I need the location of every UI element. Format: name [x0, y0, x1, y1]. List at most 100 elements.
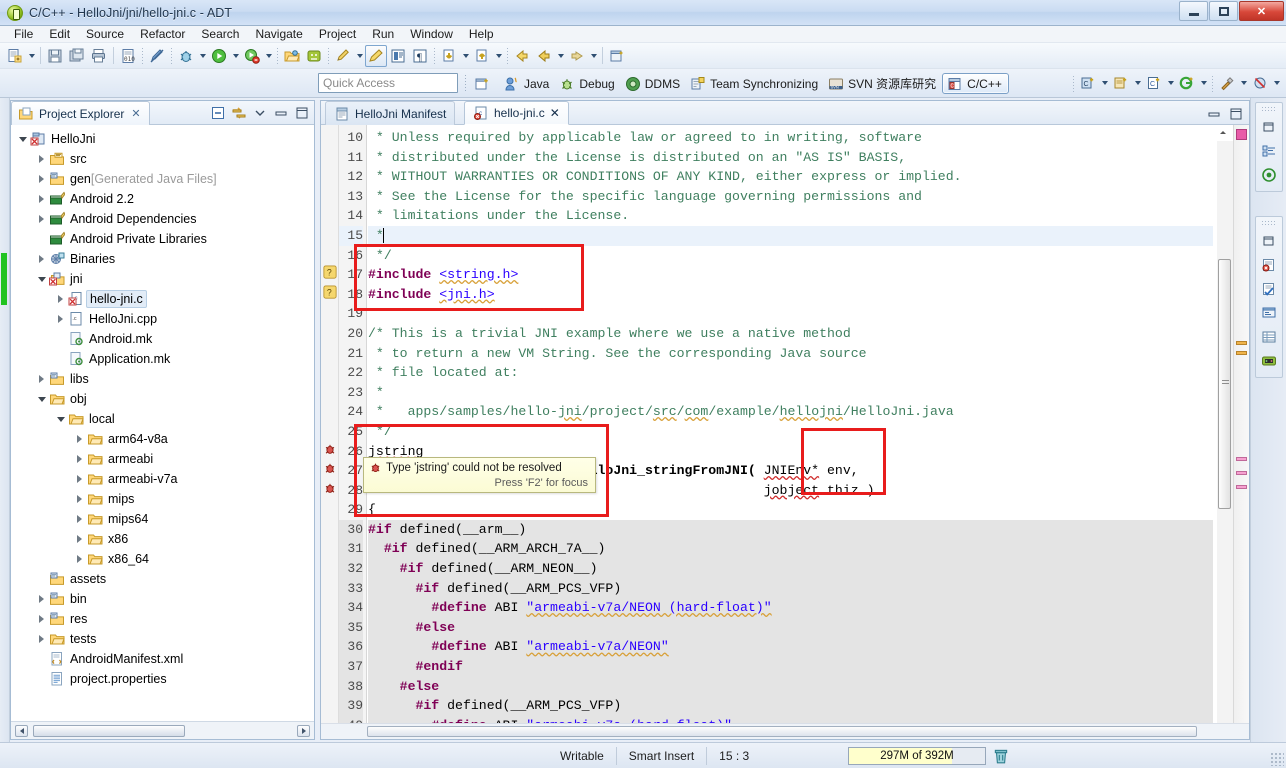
- link-editor-icon[interactable]: [229, 103, 248, 122]
- explorer-hscrollbar[interactable]: [11, 721, 314, 739]
- build-binary-icon[interactable]: 010: [117, 45, 139, 67]
- menu-refactor[interactable]: Refactor: [132, 26, 193, 42]
- source-code[interactable]: * Unless required by applicable law or a…: [368, 125, 1213, 723]
- code-line[interactable]: * to return a new VM String. See the cor…: [368, 344, 1213, 364]
- project-explorer-tab[interactable]: Project Explorer ✕: [11, 101, 150, 125]
- menu-run[interactable]: Run: [364, 26, 402, 42]
- tree-item-x86[interactable]: x86: [11, 529, 314, 549]
- left-fast-view-bar[interactable]: [0, 98, 10, 768]
- code-line[interactable]: */: [368, 422, 1213, 442]
- new-c-file-icon[interactable]: C: [1143, 72, 1165, 94]
- tasks-icon[interactable]: [1258, 278, 1280, 300]
- external-tools-icon[interactable]: [241, 45, 263, 67]
- block-select-icon[interactable]: [387, 45, 409, 67]
- code-line[interactable]: #if defined(__ARM_ARCH_7A__): [368, 539, 1213, 560]
- code-line[interactable]: #if defined(__ARM_PCS_VFP): [368, 578, 1213, 599]
- code-line[interactable]: {: [368, 500, 1213, 520]
- code-line[interactable]: * file located at:: [368, 363, 1213, 383]
- console-icon[interactable]: [1258, 302, 1280, 324]
- tree-item-mips64[interactable]: mips64: [11, 509, 314, 529]
- tab-hello-jni-c[interactable]: .c hello-jni.c ✕: [464, 101, 569, 125]
- scroll-left-icon[interactable]: [15, 725, 28, 737]
- tree-item-res[interactable]: res: [11, 609, 314, 629]
- chevron-right-icon[interactable]: [34, 171, 49, 187]
- code-line[interactable]: #define ABI "armeabi-v7a (hard-float)": [368, 715, 1213, 723]
- tree-item-hello-jni-c[interactable]: .chello-jni.c: [11, 289, 314, 309]
- forward-arrow-icon[interactable]: [566, 45, 588, 67]
- maximize-button[interactable]: [1209, 1, 1238, 21]
- new-class-icon[interactable]: [1110, 72, 1132, 94]
- trash-icon[interactable]: [992, 747, 1010, 765]
- skip-breakpoints-dropdown-icon[interactable]: [1271, 72, 1282, 94]
- chevron-right-icon[interactable]: [72, 451, 87, 467]
- overview-marker-error[interactable]: [1236, 485, 1247, 489]
- avd-manager-icon[interactable]: [332, 45, 354, 67]
- new-file-icon[interactable]: [4, 45, 26, 67]
- scroll-thumb[interactable]: [367, 726, 1197, 737]
- code-line[interactable]: * limitations under the License.: [368, 206, 1213, 226]
- new-window-icon[interactable]: [606, 45, 628, 67]
- error-marker-icon[interactable]: [321, 478, 338, 498]
- perspective-team-synchronizing[interactable]: Team Synchronizing: [686, 73, 824, 94]
- minimize-button[interactable]: [1179, 1, 1208, 21]
- code-line[interactable]: #else: [368, 676, 1213, 697]
- code-line[interactable]: /* This is a trivial JNI example where w…: [368, 324, 1213, 344]
- tree-item-project-properties[interactable]: project.properties: [11, 669, 314, 689]
- chevron-right-icon[interactable]: [34, 191, 49, 207]
- chevron-right-icon[interactable]: [53, 291, 68, 307]
- debug-dropdown-icon[interactable]: [197, 45, 208, 67]
- code-line[interactable]: */: [368, 246, 1213, 266]
- menu-help[interactable]: Help: [461, 26, 502, 42]
- search-dropdown-icon[interactable]: [1198, 72, 1209, 94]
- minimize-icon[interactable]: [271, 103, 290, 122]
- code-line[interactable]: * apps/samples/hello-jni/project/src/com…: [368, 402, 1213, 422]
- restore-icon[interactable]: [1258, 230, 1280, 252]
- yellow-pencil-icon[interactable]: [365, 44, 387, 67]
- tree-item-bin[interactable]: bin: [11, 589, 314, 609]
- debug-bug-icon[interactable]: [175, 45, 197, 67]
- heap-status-bar[interactable]: 297M of 392M: [848, 747, 986, 765]
- problems-icon[interactable]: [1258, 254, 1280, 276]
- tree-item-libs[interactable]: libs: [11, 369, 314, 389]
- code-line[interactable]: #include <jni.h>: [368, 285, 1213, 305]
- overview-marker-warning[interactable]: [1236, 351, 1247, 355]
- overview-marker-error[interactable]: [1236, 129, 1247, 140]
- scroll-right-icon[interactable]: [297, 725, 310, 737]
- menu-source[interactable]: Source: [78, 26, 132, 42]
- logcat-icon[interactable]: [1258, 350, 1280, 372]
- code-line[interactable]: *: [368, 383, 1213, 403]
- print-icon[interactable]: [88, 45, 110, 67]
- error-marker-icon[interactable]: [321, 458, 338, 478]
- code-line[interactable]: #else: [368, 617, 1213, 638]
- tree-item-mips[interactable]: mips: [11, 489, 314, 509]
- perspective-ddms[interactable]: DDMS: [621, 73, 686, 94]
- skip-breakpoints-icon[interactable]: [1249, 72, 1271, 94]
- next-annotation-dropdown-icon[interactable]: [460, 45, 471, 67]
- menu-file[interactable]: File: [6, 26, 41, 42]
- tree-item-src[interactable]: src: [11, 149, 314, 169]
- back-arrow-icon[interactable]: [533, 45, 555, 67]
- code-line[interactable]: [368, 304, 1213, 324]
- code-line[interactable]: #include <string.h>: [368, 265, 1213, 285]
- code-line[interactable]: * WITHOUT WARRANTIES OR CONDITIONS OF AN…: [368, 167, 1213, 187]
- perspective-java[interactable]: Java: [500, 73, 555, 94]
- tree-item-androidmanifest-xml[interactable]: AndroidManifest.xml: [11, 649, 314, 669]
- chevron-down-icon[interactable]: [15, 131, 30, 147]
- tree-item-tests[interactable]: tests: [11, 629, 314, 649]
- drag-grip[interactable]: [1261, 106, 1277, 113]
- outline-icon[interactable]: [1258, 140, 1280, 162]
- chevron-right-icon[interactable]: [34, 591, 49, 607]
- tree-item-armeabi-v7a[interactable]: armeabi-v7a: [11, 469, 314, 489]
- prev-annotation-dropdown-icon[interactable]: [493, 45, 504, 67]
- resize-grip[interactable]: [1270, 752, 1284, 766]
- menu-window[interactable]: Window: [402, 26, 461, 42]
- perspective-svn[interactable]: SVN SVN 资源库研究: [824, 73, 942, 94]
- tree-item-android-private-libraries[interactable]: Android Private Libraries: [11, 229, 314, 249]
- open-folder-icon[interactable]: [281, 45, 303, 67]
- chevron-right-icon[interactable]: [72, 431, 87, 447]
- new-c-project-icon[interactable]: C: [1077, 72, 1099, 94]
- tree-item-local[interactable]: local: [11, 409, 314, 429]
- hammer-icon[interactable]: [1216, 72, 1238, 94]
- chevron-down-icon[interactable]: [250, 103, 269, 122]
- menu-edit[interactable]: Edit: [41, 26, 78, 42]
